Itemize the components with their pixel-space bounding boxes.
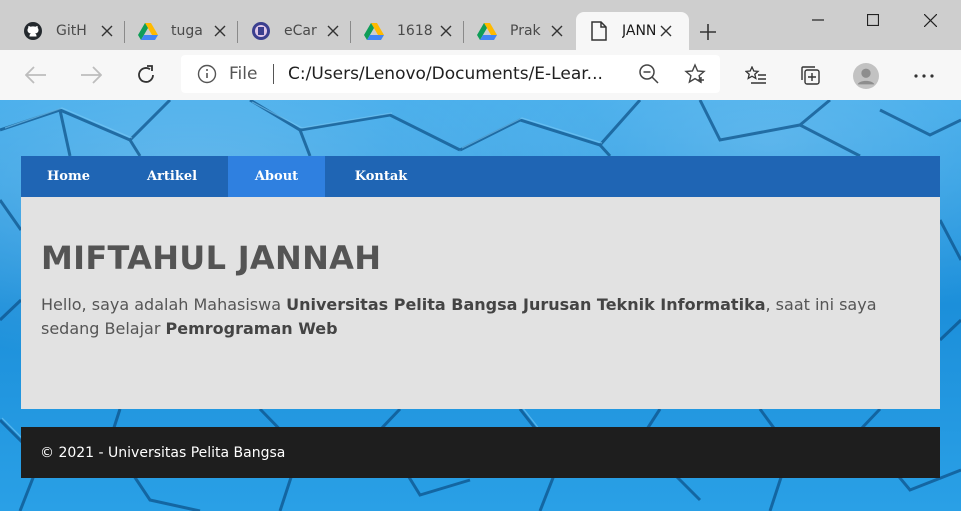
tab-current-page[interactable]: JANN [576, 12, 689, 50]
close-icon[interactable] [655, 20, 677, 42]
document-icon [588, 20, 610, 42]
nav-link-kontak[interactable]: Kontak [325, 156, 437, 197]
zoom-out-icon[interactable] [638, 63, 660, 85]
new-tab-button[interactable] [696, 20, 720, 44]
google-drive-icon [137, 20, 159, 42]
footer-text: © 2021 - Universitas Pelita Bangsa [40, 444, 286, 461]
page-viewport: Home Artikel About Kontak MIFTAHUL JANNA… [0, 100, 961, 511]
tab-title: JANN [622, 23, 657, 39]
tab-drive-tugas[interactable]: tuga [125, 12, 237, 50]
site-footer: © 2021 - Universitas Pelita Bangsa [21, 427, 940, 478]
url-text[interactable]: C:/Users/Lenovo/Documents/E-Lear... [288, 64, 623, 84]
tab-ecampus[interactable]: eCar [238, 12, 350, 50]
about-section: MIFTAHUL JANNAH Hello, saya adalah Mahas… [21, 197, 940, 409]
nav-link-about[interactable]: About [228, 156, 325, 197]
url-scheme-label: File [229, 64, 258, 84]
tab-strip: GitH tuga eCar 1618 Prak JANN [0, 0, 961, 50]
intro-subject: Pemrograman Web [165, 319, 338, 338]
maximize-button[interactable] [861, 8, 885, 32]
tab-drive-1618[interactable]: 1618 [351, 12, 463, 50]
tab-github[interactable]: GitH [0, 12, 124, 50]
close-icon[interactable] [96, 20, 118, 42]
site-container: Home Artikel About Kontak MIFTAHUL JANNA… [21, 156, 940, 478]
close-icon[interactable] [322, 20, 344, 42]
url-divider [273, 64, 274, 84]
back-button[interactable] [23, 62, 49, 88]
tab-title: 1618 [397, 23, 433, 39]
forward-button[interactable] [78, 62, 104, 88]
page-title: MIFTAHUL JANNAH [41, 239, 382, 277]
more-options-icon[interactable] [911, 63, 937, 89]
address-bar[interactable]: File C:/Users/Lenovo/Documents/E-Lear... [181, 55, 720, 93]
close-icon[interactable] [209, 20, 231, 42]
refresh-button[interactable] [133, 62, 159, 88]
info-icon[interactable] [197, 64, 217, 84]
tab-title: GitH [56, 23, 87, 39]
collections-icon[interactable] [798, 63, 824, 89]
close-window-button[interactable] [918, 8, 942, 32]
tab-title: tuga [171, 23, 203, 39]
google-drive-icon [476, 20, 498, 42]
intro-text: Hello, saya adalah Mahasiswa [41, 295, 287, 314]
intro-university: Universitas Pelita Bangsa Jurusan Teknik… [286, 295, 766, 314]
nav-link-home[interactable]: Home [21, 156, 116, 197]
close-icon[interactable] [435, 20, 457, 42]
google-drive-icon [363, 20, 385, 42]
tab-title: eCar [284, 23, 317, 39]
nav-link-artikel[interactable]: Artikel [116, 156, 228, 197]
site-nav: Home Artikel About Kontak [21, 156, 940, 197]
intro-paragraph: Hello, saya adalah Mahasiswa Universitas… [41, 293, 901, 341]
tab-title: Prak [510, 23, 541, 39]
favorites-icon[interactable] [743, 63, 769, 89]
tab-drive-praktikum[interactable]: Prak [464, 12, 574, 50]
github-icon [22, 20, 44, 42]
profile-avatar-icon[interactable] [853, 63, 879, 89]
close-icon[interactable] [546, 20, 568, 42]
favorite-star-icon[interactable] [684, 63, 706, 85]
university-logo-icon [250, 20, 272, 42]
minimize-button[interactable] [806, 8, 830, 32]
